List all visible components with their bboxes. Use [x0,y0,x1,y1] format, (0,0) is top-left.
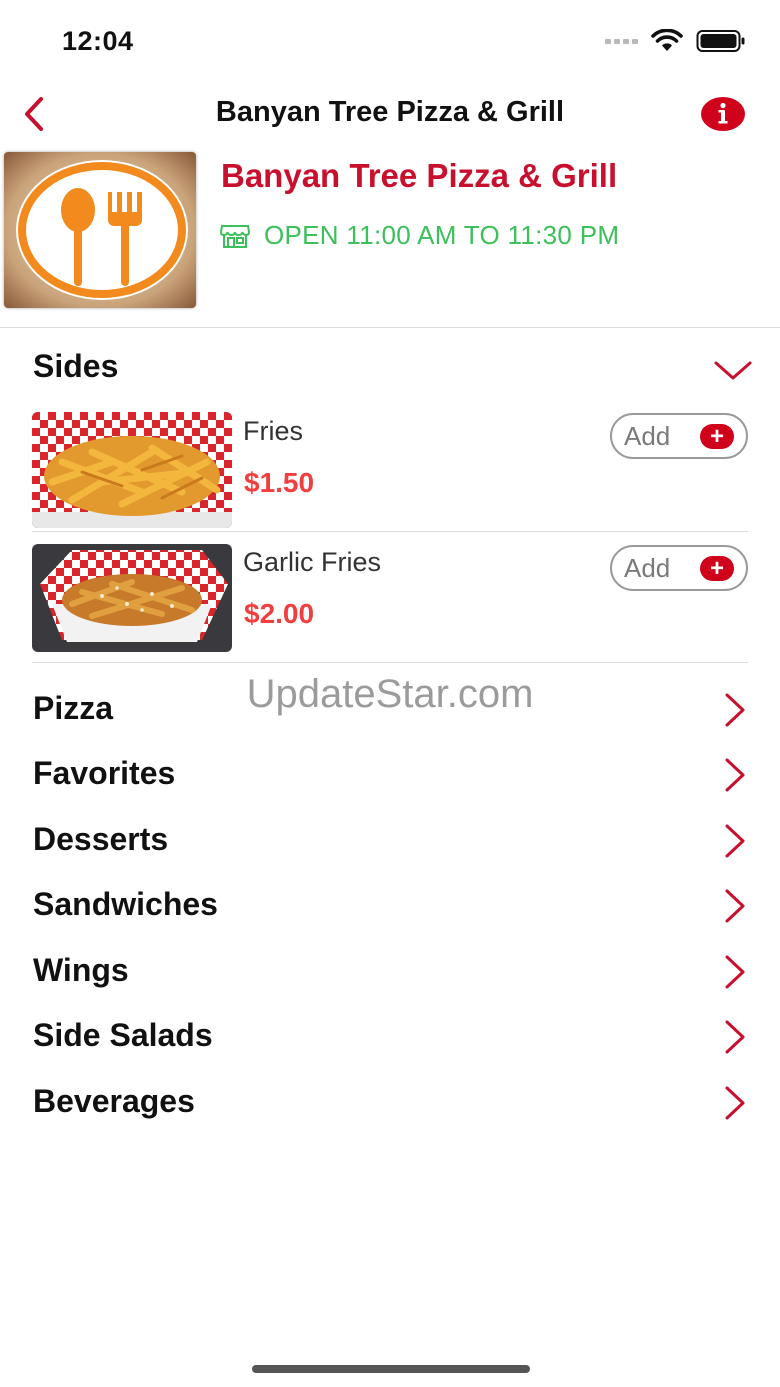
menu-item[interactable]: Garlic Fries $2.00 Add + [32,544,748,662]
category-label: Pizza [33,690,114,726]
status-icons [605,28,746,54]
plus-icon: + [700,424,734,449]
fries-photo [32,412,232,528]
category-label: Desserts [33,821,169,857]
category-row[interactable]: Sandwiches [0,876,780,936]
chevron-right-icon [725,693,745,727]
chevron-right-icon [725,1086,745,1120]
item-name: Garlic Fries [243,547,382,577]
category-label: Sandwiches [33,886,218,922]
item-divider [32,662,748,663]
item-photo [32,544,232,652]
info-icon [701,97,745,131]
restaurant-logo [4,152,196,308]
category-label: Favorites [33,755,176,791]
category-label: Wings [33,952,129,988]
chevron-right-icon [725,889,745,923]
item-name: Fries [243,416,303,446]
add-button[interactable]: Add + [610,545,748,591]
category-label: Beverages [33,1083,195,1119]
home-indicator[interactable] [252,1365,530,1373]
chevron-right-icon [725,824,745,858]
chevron-right-icon [725,955,745,989]
restaurant-name: Banyan Tree Pizza & Grill [221,157,618,194]
category-row[interactable]: Favorites [0,745,780,805]
status-bar: 12:04 [0,0,780,84]
item-photo [32,412,232,528]
category-label: Side Salads [33,1017,213,1053]
garlic-fries-photo [32,544,232,652]
open-hours-row: OPEN 11:00 AM TO 11:30 PM [220,220,619,251]
nav-title: Banyan Tree Pizza & Grill [215,96,565,128]
header-divider [0,327,780,328]
item-divider [32,531,748,532]
chevron-right-icon [725,1020,745,1054]
navigation-bar: Banyan Tree Pizza & Grill [0,84,780,144]
restaurant-logo-image [4,152,196,308]
item-price: $1.50 [244,467,315,498]
info-button[interactable] [701,94,745,134]
category-row[interactable]: Pizza [0,680,780,740]
menu-item[interactable]: Fries $1.50 Add + [32,412,748,530]
battery-icon [696,30,745,52]
chevron-right-icon [725,758,745,792]
section-header-sides[interactable]: Sides [0,340,780,396]
cellular-signal-icon [605,38,638,44]
plus-icon: + [700,556,734,581]
chevron-down-icon [714,361,752,380]
category-row[interactable]: Beverages [0,1073,780,1133]
open-hours-text: OPEN 11:00 AM TO 11:30 PM [264,220,620,250]
category-row[interactable]: Wings [0,942,780,1002]
add-label: Add [624,552,671,583]
store-icon [220,224,250,248]
section-title: Sides [33,348,119,384]
status-time: 12:04 [62,26,134,56]
category-row[interactable]: Desserts [0,811,780,871]
item-price: $2.00 [244,598,315,629]
add-label: Add [624,420,671,451]
category-row[interactable]: Side Salads [0,1007,780,1067]
add-button[interactable]: Add + [610,413,748,459]
wifi-icon [651,29,683,51]
